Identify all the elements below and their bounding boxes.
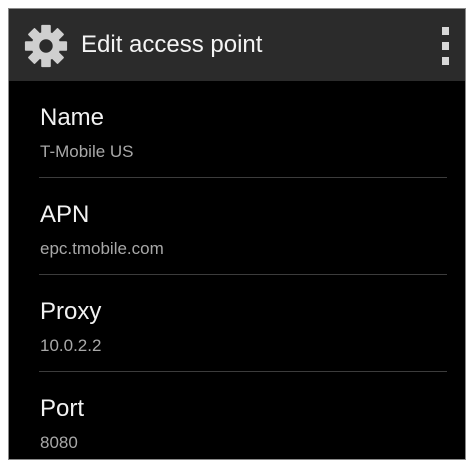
overflow-dot: [441, 42, 449, 50]
overflow-dot: [441, 57, 449, 65]
pref-item-name[interactable]: Name T-Mobile US: [9, 81, 465, 178]
pref-item-port[interactable]: Port 8080: [9, 372, 465, 459]
pref-summary: epc.tmobile.com: [40, 239, 164, 258]
pref-summary: 8080: [40, 433, 78, 452]
apn-settings-list: Name T-Mobile US APN epc.tmobile.com Pro…: [9, 81, 465, 459]
pref-summary: T-Mobile US: [40, 142, 134, 161]
page-title: Edit access point: [81, 31, 263, 58]
pref-item-proxy[interactable]: Proxy 10.0.2.2: [9, 275, 465, 372]
pref-title: Port: [40, 395, 85, 422]
pref-summary: 10.0.2.2: [40, 336, 102, 355]
pref-title: Name: [40, 104, 105, 131]
action-bar: Edit access point: [9, 9, 465, 81]
pref-item-apn[interactable]: APN epc.tmobile.com: [9, 178, 465, 275]
settings-gear-icon[interactable]: [23, 23, 69, 69]
overflow-menu-icon[interactable]: [437, 27, 453, 65]
pref-title: APN: [40, 201, 90, 228]
overflow-dot: [441, 27, 449, 35]
screen: Edit access point Name T-Mobile US APN e…: [8, 8, 466, 460]
pref-title: Proxy: [40, 298, 102, 325]
